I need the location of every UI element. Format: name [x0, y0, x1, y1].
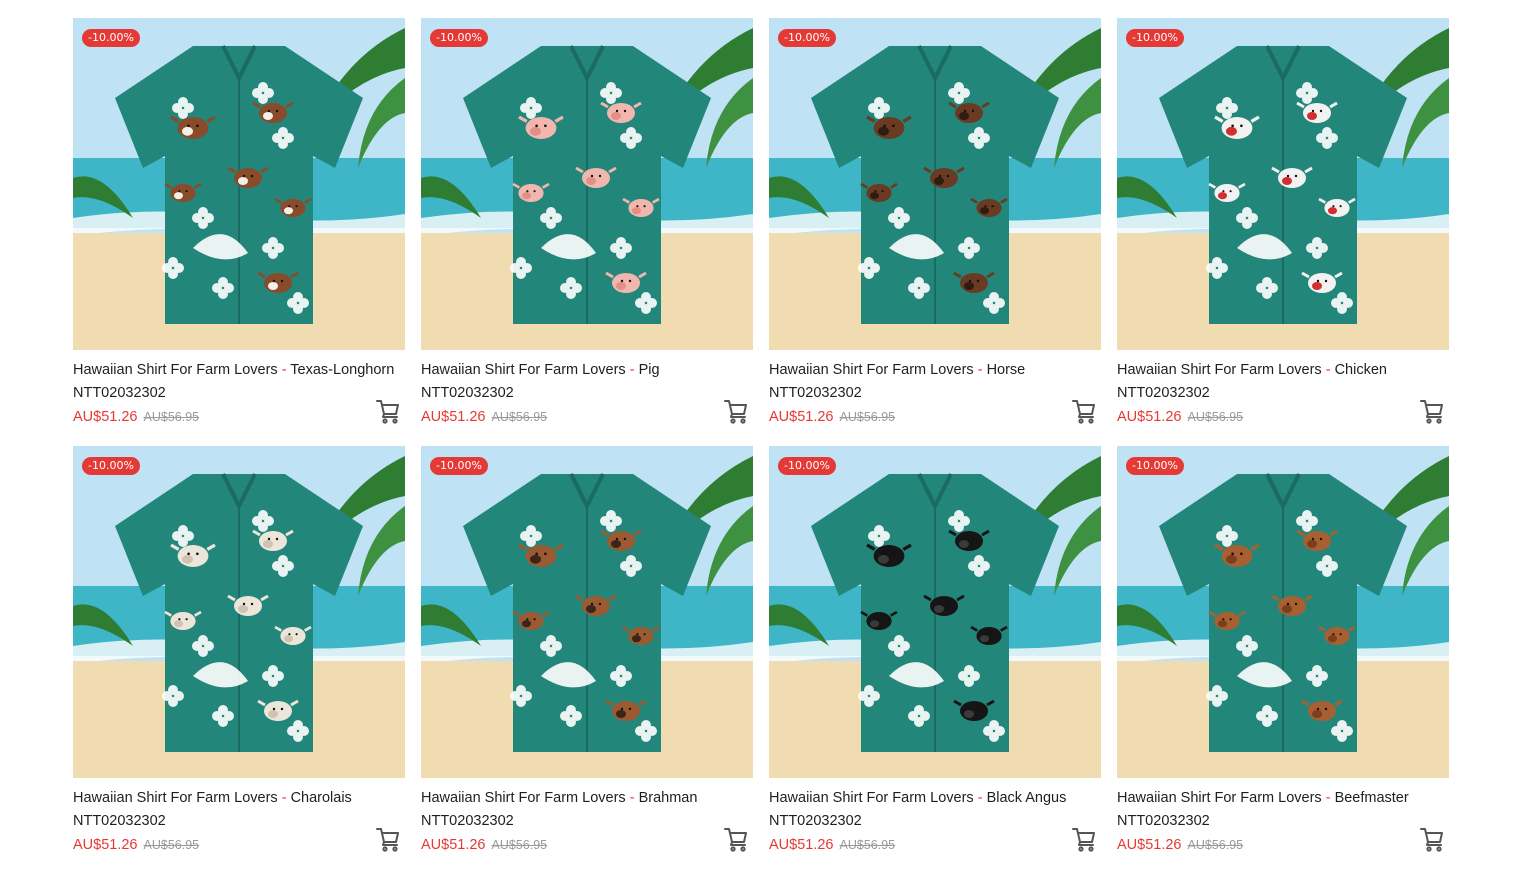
original-price: AU$56.95 [839, 410, 896, 424]
price-row: AU$51.26 AU$56.95 [1117, 833, 1449, 857]
shopping-cart-icon[interactable] [723, 398, 749, 424]
product-variant[interactable]: Black Angus [987, 790, 1067, 806]
product-card[interactable]: -10.00% Hawaiian Shirt For Farm Lovers -… [769, 446, 1101, 856]
product-sku: NTT02032302 [769, 813, 862, 829]
product-variant[interactable]: Chicken [1335, 362, 1387, 378]
product-title[interactable]: Hawaiian Shirt For Farm Lovers - Black A… [769, 788, 1101, 809]
discount-badge: -10.00% [82, 457, 140, 475]
discount-badge: -10.00% [82, 29, 140, 47]
original-price: AU$56.95 [1187, 410, 1244, 424]
product-image[interactable] [769, 18, 1101, 350]
product-sku: NTT02032302 [421, 385, 514, 401]
discount-badge: -10.00% [778, 457, 836, 475]
original-price: AU$56.95 [491, 838, 548, 852]
price-row: AU$51.26 AU$56.95 [421, 405, 753, 429]
sale-price: AU$51.26 [769, 837, 834, 853]
price-row: AU$51.26 AU$56.95 [769, 833, 1101, 857]
title-separator: - [973, 790, 987, 806]
product-title[interactable]: Hawaiian Shirt For Farm Lovers - Chicken [1117, 360, 1449, 381]
product-image[interactable] [421, 18, 753, 350]
product-name[interactable]: Hawaiian Shirt For Farm Lovers [421, 790, 626, 806]
product-name[interactable]: Hawaiian Shirt For Farm Lovers [73, 790, 278, 806]
discount-badge: -10.00% [778, 29, 836, 47]
original-price: AU$56.95 [839, 838, 896, 852]
product-image[interactable] [73, 446, 405, 778]
sale-price: AU$51.26 [1117, 409, 1182, 425]
product-sku: NTT02032302 [73, 813, 166, 829]
product-image[interactable] [73, 18, 405, 350]
product-sku: NTT02032302 [1117, 813, 1210, 829]
product-title[interactable]: Hawaiian Shirt For Farm Lovers - Texas-L… [73, 360, 405, 381]
product-image[interactable] [769, 446, 1101, 778]
price-row: AU$51.26 AU$56.95 [73, 833, 405, 857]
product-variant[interactable]: Beefmaster [1335, 790, 1409, 806]
discount-badge: -10.00% [430, 457, 488, 475]
original-price: AU$56.95 [1187, 838, 1244, 852]
shopping-cart-icon[interactable] [1419, 826, 1445, 852]
product-name[interactable]: Hawaiian Shirt For Farm Lovers [1117, 362, 1322, 378]
product-grid: -10.00% Hawaiian Shirt For Farm Lovers -… [73, 18, 1449, 856]
product-title[interactable]: Hawaiian Shirt For Farm Lovers - Beefmas… [1117, 788, 1449, 809]
discount-badge: -10.00% [430, 29, 488, 47]
product-variant[interactable]: Horse [987, 362, 1026, 378]
product-card[interactable]: -10.00% Hawaiian Shirt For Farm Lovers -… [421, 446, 753, 856]
title-separator: - [1321, 362, 1335, 378]
product-title[interactable]: Hawaiian Shirt For Farm Lovers - Pig [421, 360, 753, 381]
shopping-cart-icon[interactable] [375, 826, 401, 852]
sale-price: AU$51.26 [73, 837, 138, 853]
title-separator: - [973, 362, 987, 378]
product-sku: NTT02032302 [1117, 385, 1210, 401]
product-name[interactable]: Hawaiian Shirt For Farm Lovers [1117, 790, 1322, 806]
shopping-cart-icon[interactable] [1071, 826, 1097, 852]
product-name[interactable]: Hawaiian Shirt For Farm Lovers [73, 362, 278, 378]
product-variant[interactable]: Texas-Longhorn [290, 362, 394, 378]
product-card[interactable]: -10.00% Hawaiian Shirt For Farm Lovers -… [769, 18, 1101, 428]
product-name[interactable]: Hawaiian Shirt For Farm Lovers [421, 362, 626, 378]
price-row: AU$51.26 AU$56.95 [769, 405, 1101, 429]
title-separator: - [625, 362, 639, 378]
price-row: AU$51.26 AU$56.95 [1117, 405, 1449, 429]
product-card[interactable]: -10.00% Hawaiian Shirt For Farm Lovers -… [421, 18, 753, 428]
original-price: AU$56.95 [491, 410, 548, 424]
product-title[interactable]: Hawaiian Shirt For Farm Lovers - Charola… [73, 788, 405, 809]
product-card[interactable]: -10.00% Hawaiian Shirt For Farm Lovers -… [73, 446, 405, 856]
product-sku: NTT02032302 [421, 813, 514, 829]
product-variant[interactable]: Pig [639, 362, 660, 378]
sale-price: AU$51.26 [1117, 837, 1182, 853]
title-separator: - [277, 790, 291, 806]
shopping-cart-icon[interactable] [723, 826, 749, 852]
sale-price: AU$51.26 [421, 837, 486, 853]
original-price: AU$56.95 [143, 838, 200, 852]
price-row: AU$51.26 AU$56.95 [73, 405, 405, 429]
product-title[interactable]: Hawaiian Shirt For Farm Lovers - Brahman [421, 788, 753, 809]
product-card[interactable]: -10.00% Hawaiian Shirt For Farm Lovers -… [73, 18, 405, 428]
product-card[interactable]: -10.00% Hawaiian Shirt For Farm Lovers -… [1117, 18, 1449, 428]
product-image[interactable] [421, 446, 753, 778]
shopping-cart-icon[interactable] [1071, 398, 1097, 424]
shopping-cart-icon[interactable] [375, 398, 401, 424]
product-name[interactable]: Hawaiian Shirt For Farm Lovers [769, 362, 974, 378]
product-image[interactable] [1117, 446, 1449, 778]
sale-price: AU$51.26 [769, 409, 834, 425]
discount-badge: -10.00% [1126, 457, 1184, 475]
original-price: AU$56.95 [143, 410, 200, 424]
product-name[interactable]: Hawaiian Shirt For Farm Lovers [769, 790, 974, 806]
product-card[interactable]: -10.00% Hawaiian Shirt For Farm Lovers -… [1117, 446, 1449, 856]
product-image[interactable] [1117, 18, 1449, 350]
product-sku: NTT02032302 [73, 385, 166, 401]
price-row: AU$51.26 AU$56.95 [421, 833, 753, 857]
discount-badge: -10.00% [1126, 29, 1184, 47]
shopping-cart-icon[interactable] [1419, 398, 1445, 424]
product-sku: NTT02032302 [769, 385, 862, 401]
sale-price: AU$51.26 [421, 409, 486, 425]
sale-price: AU$51.26 [73, 409, 138, 425]
product-title[interactable]: Hawaiian Shirt For Farm Lovers - Horse [769, 360, 1101, 381]
title-separator: - [1321, 790, 1335, 806]
title-separator: - [277, 362, 291, 378]
product-variant[interactable]: Brahman [639, 790, 698, 806]
title-separator: - [625, 790, 639, 806]
product-variant[interactable]: Charolais [291, 790, 352, 806]
